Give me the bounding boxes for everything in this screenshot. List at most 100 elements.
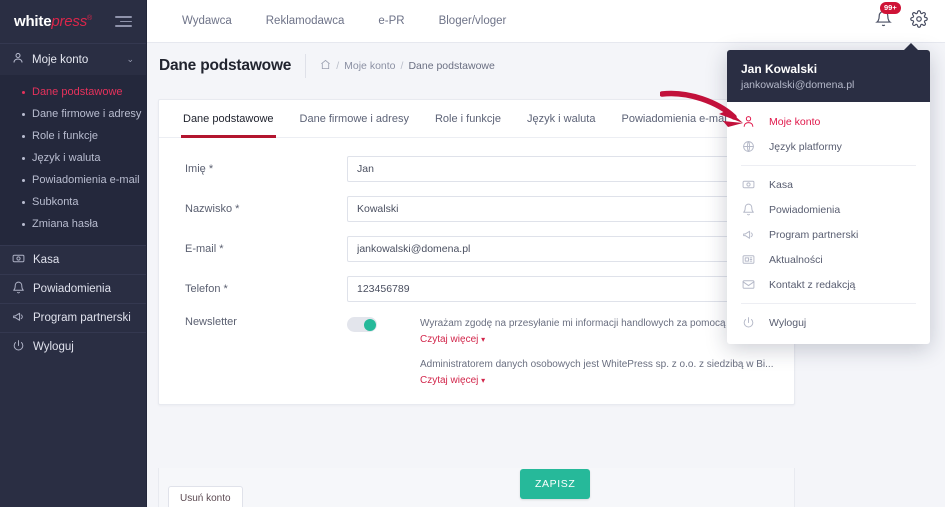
sidebar-subitem-5[interactable]: Subkonta [0, 191, 146, 213]
field-label-3: Telefon * [185, 283, 228, 295]
bullet-icon [22, 90, 25, 94]
tab-4[interactable]: Powiadomienia e-mail [608, 100, 742, 137]
newsletter-toggle[interactable] [347, 317, 377, 332]
topbar-icons: 99+ [875, 2, 945, 33]
dropdown-item-label: Kasa [769, 178, 793, 191]
caret-down-icon-2: ▾ [481, 376, 486, 385]
settings-card: Dane podstawowe Dane firmowe i adresy Role… [158, 99, 802, 405]
megaphone-icon [12, 310, 25, 326]
sidebar-subitem-label: Język i waluta [32, 152, 101, 164]
consent-block-2: Administratorem danych osobowych jest Wh… [420, 357, 780, 386]
dropdown-item-g2-2[interactable]: Program partnerski [727, 222, 930, 247]
app-root: whitepress® Moje konto ⌄ Dane podstawowe… [0, 0, 945, 507]
dropdown-item-g2-3[interactable]: Aktualności [727, 247, 930, 272]
topnav-item-3[interactable]: Bloger/vloger [422, 15, 524, 27]
tab-2[interactable]: Role i funkcje [422, 100, 514, 137]
consent-block: Wyrażam zgodę na przesyłanie mi informac… [420, 316, 780, 386]
dropdown-item-g3-0[interactable]: Wyloguj [727, 310, 930, 335]
topnav-item-0[interactable]: Wydawca [165, 15, 249, 27]
topnav-item-2[interactable]: e-PR [361, 15, 421, 27]
user-icon [741, 115, 755, 128]
topbar: Wydawca Reklamodawca e-PR Bloger/vloger 99+ [147, 0, 945, 43]
bullet-icon [22, 178, 25, 182]
field-input-3[interactable] [347, 276, 778, 302]
dropdown-item-g2-1[interactable]: Powiadomienia [727, 197, 930, 222]
sidebar-brand: whitepress® [0, 0, 146, 43]
dropdown-item-g1-1[interactable]: Język platformy [727, 134, 930, 159]
sidebar-subitem-2[interactable]: Role i funkcje [0, 125, 146, 147]
dropdown-item-g2-0[interactable]: Kasa [727, 172, 930, 197]
hamburger-menu-icon[interactable] [115, 16, 132, 27]
form-row-0: Imię * [159, 156, 794, 182]
logo-press-part: press [51, 13, 88, 30]
bullet-icon [22, 200, 25, 204]
sidebar-subitem-label: Dane podstawowe [32, 86, 123, 98]
sidebar-item-2[interactable]: Program partnerski [0, 303, 146, 332]
newsletter-row: Newsletter Wyrażam zgodę na przesyłanie … [159, 316, 794, 386]
user-icon [12, 52, 24, 67]
sidebar-item-1[interactable]: Powiadomienia [0, 274, 146, 303]
sidebar-item-label: Program partnerski [33, 312, 131, 324]
form-body: Imię * Nazwisko * E-mail * Telefon * Newsle… [159, 138, 794, 404]
read-more-label-1: Czytaj więcej [420, 334, 479, 345]
caret-down-icon-1: ▾ [481, 335, 486, 344]
sidebar-item-3[interactable]: Wyloguj [0, 332, 146, 361]
dropdown-separator-1 [741, 165, 916, 166]
delete-account-button[interactable]: Usuń konto [168, 486, 243, 507]
tab-1[interactable]: Dane firmowe i adresy [287, 100, 422, 137]
power-icon [12, 339, 25, 355]
topnav-item-1[interactable]: Reklamodawca [249, 15, 362, 27]
dropdown-item-label: Moje konto [769, 115, 821, 128]
sidebar-subitem-label: Subkonta [32, 196, 79, 208]
dropdown-user-name: Jan Kowalski [741, 62, 818, 76]
form-fields: Imię * Nazwisko * E-mail * Telefon * [159, 156, 794, 302]
consent-text-2: Administratorem danych osobowych jest Wh… [420, 359, 774, 370]
save-button[interactable]: ZAPISZ [520, 469, 591, 499]
breadcrumb-item-1: Dane podstawowe [408, 59, 495, 72]
sidebar-item-moje-konto[interactable]: Moje konto ⌄ [0, 43, 146, 75]
notifications-button[interactable]: 99+ [875, 2, 901, 32]
sidebar-subitem-3[interactable]: Język i waluta [0, 147, 146, 169]
dropdown-item-g1-0[interactable]: Moje konto [727, 109, 930, 134]
home-icon[interactable] [320, 59, 331, 73]
sidebar-subitem-0[interactable]: Dane podstawowe [0, 81, 146, 103]
tab-3[interactable]: Język i waluta [514, 100, 608, 137]
sidebar-subitem-label: Zmiana hasła [32, 218, 99, 230]
bell-icon [875, 10, 892, 31]
field-input-1[interactable] [347, 196, 778, 222]
dropdown-separator-2 [741, 303, 916, 304]
dropdown-item-label: Aktualności [769, 253, 823, 266]
sidebar-account-label: Moje konto [32, 53, 89, 66]
header-divider [305, 53, 307, 78]
sidebar-subitem-6[interactable]: Zmiana hasła [0, 213, 146, 235]
read-more-link-1[interactable]: Czytaj więcej ▾ [420, 334, 780, 345]
form-row-1: Nazwisko * [159, 196, 794, 222]
sidebar-subitem-4[interactable]: Powiadomienia e-mail [0, 169, 146, 191]
dropdown-user-header: Jan Kowalski jankowalski@domena.pl [727, 50, 930, 102]
breadcrumb-item-0[interactable]: Moje konto [344, 60, 395, 72]
bullet-icon [22, 134, 25, 138]
field-label-1: Nazwisko * [185, 203, 240, 215]
field-input-0[interactable] [347, 156, 778, 182]
bullet-icon [22, 222, 25, 226]
tab-0[interactable]: Dane podstawowe [170, 100, 287, 138]
dropdown-item-label: Powiadomienia [769, 203, 841, 216]
sidebar-subitem-1[interactable]: Dane firmowe i adresy [0, 103, 146, 125]
news-icon [741, 253, 755, 266]
dropdown-item-label: Język platformy [769, 140, 842, 153]
dropdown-item-g2-4[interactable]: Kontakt z redakcją [727, 272, 930, 297]
settings-button[interactable] [910, 9, 928, 33]
consent-text-1: Wyrażam zgodę na przesyłanie mi informac… [420, 318, 767, 329]
read-more-link-2[interactable]: Czytaj więcej ▾ [420, 375, 780, 386]
power-icon [741, 316, 755, 329]
cash-icon [12, 252, 25, 268]
page-title: Dane podstawowe [159, 56, 292, 74]
sidebar-nav: Kasa Powiadomienia Program partnerski Wylog… [0, 245, 146, 361]
dropdown-item-label: Kontakt z redakcją [769, 278, 856, 291]
newsletter-label: Newsletter [185, 316, 237, 328]
sidebar-item-0[interactable]: Kasa [0, 245, 146, 274]
breadcrumb-separator-1: / [336, 59, 340, 72]
field-input-2[interactable] [347, 236, 778, 262]
whitepress-logo[interactable]: whitepress® [14, 13, 92, 30]
bell-icon [12, 281, 25, 297]
